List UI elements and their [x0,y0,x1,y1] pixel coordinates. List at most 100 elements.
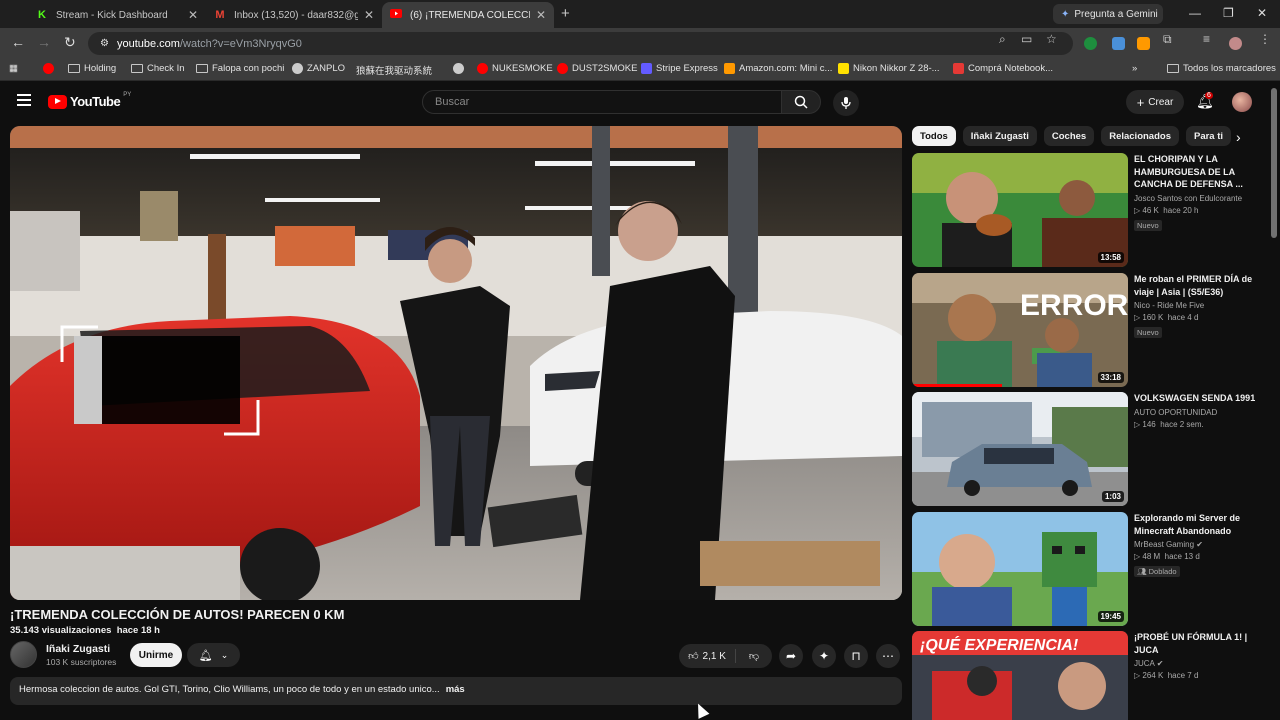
plus-icon: + [1136,94,1145,110]
extension-icon[interactable] [1084,37,1097,50]
gemini-button[interactable]: ✦ Pregunta a Gemini [1053,4,1163,24]
recommendation-item[interactable]: ¡QUÉ EXPERIENCIA! ¡PROBÉ UN FÓRMULA 1! |… [912,631,1262,720]
save-button[interactable]: ⊓ [844,644,868,668]
tab-youtube[interactable]: (6) ¡TREMENDA COLECCIÓN DE AUTOS! ✕ [382,2,554,28]
chip-channel[interactable]: Iñaki Zugasti [962,126,1037,146]
maximize-icon[interactable]: ❐ [1223,6,1234,20]
recommendation-item[interactable]: 1:03 VOLKSWAGEN SENDA 1991 AUTO OPORTUNI… [912,392,1262,506]
bookmark-item[interactable]: 狼蘇在我驱动系統 [356,63,432,77]
chip-relacionados[interactable]: Relacionados [1101,126,1179,146]
bookmark-item[interactable] [43,63,54,74]
tab-kick[interactable]: K Stream - Kick Dashboard ✕ [28,2,206,28]
more-horizontal-icon: ⋯ [882,649,894,663]
recommendation-info: EL CHORIPAN Y LA HAMBURGUESA DE LA CANCH… [1134,153,1262,233]
recommendation-title[interactable]: EL CHORIPAN Y LA HAMBURGUESA DE LA CANCH… [1134,153,1262,191]
cast-icon[interactable]: ▭ [1021,32,1032,46]
recommendation-channel[interactable]: AUTO OPORTUNIDAD [1134,408,1262,417]
new-tab-icon[interactable]: + [561,5,570,22]
profile-icon[interactable] [1229,37,1242,50]
like-dislike-group: 👍︎ 2,1 K 👎︎ [679,644,772,668]
recommendation-channel[interactable]: MrBeast Gaming ✔︎ [1134,540,1262,549]
site-info-icon[interactable]: ⚙ [100,38,109,49]
recommendation-item[interactable]: 19:45 Explorando mi Server de Minecraft … [912,512,1262,626]
more-bookmarks-icon[interactable]: » [1132,63,1137,74]
close-icon[interactable]: ✕ [188,8,198,22]
join-button[interactable]: Unirme [130,643,182,667]
all-bookmarks[interactable]: Todos los marcadores [1167,63,1276,74]
reload-icon[interactable]: ↻ [64,34,76,51]
share-button[interactable]: ➦ [779,644,803,668]
video-player[interactable] [10,126,902,600]
bookmark-label: ZANPLO [307,63,346,74]
chevron-right-icon[interactable]: › [1236,129,1241,145]
tab-gmail[interactable]: M Inbox (13,520) - daar832@gmail.com ✕ [206,2,382,28]
more-actions-button[interactable]: ⋯ [876,644,900,668]
forward-icon[interactable]: → [37,34,51,50]
media-icon[interactable]: ≡ [1203,32,1210,46]
bookmark-item[interactable] [453,63,464,74]
recommendation-title[interactable]: ¡PROBÉ UN FÓRMULA 1! | JUCA [1134,631,1262,656]
extensions-puzzle-icon[interactable]: ⧉ [1163,32,1172,47]
like-count: 2,1 K [702,650,726,662]
description-box[interactable]: Hermosa coleccion de autos. Gol GTI, Tor… [10,677,902,705]
channel-avatar[interactable] [10,641,37,668]
close-icon[interactable]: ✕ [364,8,374,22]
recommendation-channel[interactable]: Josco Santos con Edulcorante [1134,194,1262,203]
bookmark-item[interactable]: Nikon Nikkor Z 28-... [838,63,940,74]
search-input[interactable]: Buscar [422,90,782,114]
bookmark-item[interactable]: DUST2SMOKE [557,63,637,74]
video-thumbnail[interactable]: ¡QUÉ EXPERIENCIA! [912,631,1128,720]
recommendation-age: hace 7 d [1167,671,1199,680]
close-icon[interactable]: ✕ [536,8,546,22]
chip-para-ti[interactable]: Para ti [1185,126,1232,146]
show-more-link[interactable]: más [446,684,465,695]
bookmark-label: Stripe Express [656,63,718,74]
recommendation-channel[interactable]: JUCA ✔︎ [1134,659,1262,668]
extension-icon[interactable] [1137,37,1150,50]
bookmark-item[interactable]: Comprá Notebook... [953,63,1053,74]
video-thumbnail[interactable]: 1:03 [912,392,1128,506]
video-thumbnail[interactable]: ERROR 33:18 [912,273,1128,387]
bookmark-item[interactable]: ZANPLO [292,63,345,74]
recommendation-title[interactable]: VOLKSWAGEN SENDA 1991 [1134,392,1262,405]
bookmark-item[interactable]: Amazon.com: Mini c... [724,63,832,74]
video-thumbnail[interactable]: 19:45 [912,512,1128,626]
folder-icon [196,64,208,73]
extension-icon[interactable] [1112,37,1125,50]
video-thumbnail[interactable]: 13:58 [912,153,1128,267]
recommendation-item[interactable]: 13:58 EL CHORIPAN Y LA HAMBURGUESA DE LA… [912,153,1262,267]
subscription-button[interactable]: 🔔︎ ⌄ [187,643,240,667]
bookmark-item[interactable]: Check In [131,63,185,74]
bookmark-star-icon[interactable]: ☆ [1046,32,1057,46]
dislike-button[interactable]: 👎︎ [736,650,772,662]
recommendation-item[interactable]: ERROR 33:18 Me roban el PRIMER DÍA de vi… [912,273,1262,387]
url-bar[interactable]: ⚙ youtube.com/watch?v=eVm3NryqvG0 [88,32,1073,55]
ask-button[interactable]: ✦ [812,644,836,668]
like-button[interactable]: 👍︎ 2,1 K [679,649,736,663]
bookmark-item[interactable]: Falopa con pochi [196,63,284,74]
apps-icon[interactable]: ▦ [9,63,18,74]
youtube-play-icon [48,94,67,109]
minimize-icon[interactable]: — [1189,6,1201,20]
bookmark-item[interactable]: Holding [68,63,116,74]
create-button[interactable]: + Crear [1126,90,1184,114]
menu-icon[interactable] [17,94,31,106]
thumbnail-text: ¡QUÉ EXPERIENCIA! [920,635,1079,654]
voice-search-button[interactable] [833,90,859,116]
recommendation-title[interactable]: Me roban el PRIMER DÍA de viaje | Asia |… [1134,273,1262,298]
bookmark-item[interactable]: Stripe Express [641,63,718,74]
bookmark-item[interactable]: NUKESMOKE [477,63,553,74]
recommendation-channel[interactable]: Nico - Ride Me Five [1134,301,1262,310]
chip-todos[interactable]: Todos [912,126,956,146]
scrollbar[interactable] [1271,88,1277,238]
youtube-logo[interactable]: YouTube PY [48,92,131,109]
menu-icon[interactable]: ⋮ [1259,32,1271,46]
channel-name[interactable]: Iñaki Zugasti [46,643,110,655]
chip-coches[interactable]: Coches [1043,126,1095,146]
window-close-icon[interactable]: ✕ [1257,6,1267,20]
recommendation-title[interactable]: Explorando mi Server de Minecraft Abando… [1134,512,1262,537]
back-icon[interactable]: ← [11,34,25,50]
search-button[interactable] [781,90,821,114]
avatar[interactable] [1232,92,1252,112]
zoom-icon[interactable]: ⌕ [999,32,1006,47]
